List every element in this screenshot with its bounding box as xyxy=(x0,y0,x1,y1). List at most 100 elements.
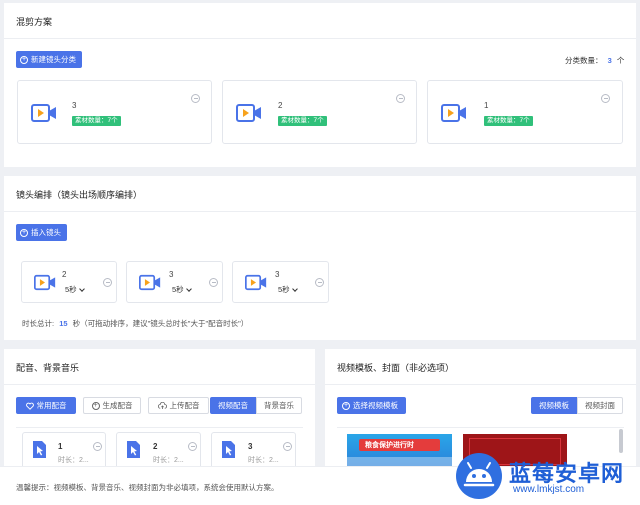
total-duration: 时长总计: 15 秒（可拖动排序，建议"镜头总时长"大于"配音时长"） xyxy=(22,318,248,329)
remove-icon[interactable] xyxy=(209,278,218,287)
shot-number: 3 xyxy=(275,270,280,279)
insert-shot-button[interactable]: + 插入镜头 xyxy=(16,224,67,241)
divider xyxy=(4,211,636,212)
duration-select[interactable]: 5秒 xyxy=(172,284,192,295)
video-camera-icon xyxy=(245,274,267,291)
divider xyxy=(16,427,303,428)
tab-video-voice[interactable]: 视频配音 xyxy=(210,397,256,414)
duration-select[interactable]: 5秒 xyxy=(278,284,298,295)
tab-video-template[interactable]: 视频模板 xyxy=(531,397,577,414)
chevron-down-icon xyxy=(185,286,192,292)
category-count: 分类数量： 3 个 xyxy=(565,55,624,66)
plus-circle-icon: + xyxy=(20,228,28,237)
tab-video-cover[interactable]: 视频封面 xyxy=(577,397,623,414)
video-camera-icon xyxy=(31,104,56,122)
voice-file-number: 2 xyxy=(153,442,158,451)
remove-icon[interactable] xyxy=(188,442,197,451)
template-thumbnail[interactable]: 粮食保护进行时 xyxy=(347,434,452,469)
remove-icon[interactable] xyxy=(315,278,324,287)
divider xyxy=(4,384,315,385)
upload-voice-label: 上传配音 xyxy=(169,401,200,410)
remove-icon[interactable] xyxy=(191,94,200,103)
thumbnail-text: 粮食保护进行时 xyxy=(365,442,414,449)
video-camera-icon xyxy=(139,274,161,291)
plus-circle-icon: + xyxy=(91,401,100,410)
shots-title: 镜头编排（镜头出场顺序编排） xyxy=(16,190,143,200)
category-card[interactable]: 2 素材数量：7个 xyxy=(222,80,417,144)
divider xyxy=(337,427,624,428)
mix-panel: 混剪方案 + 新建镜头分类 分类数量： 3 个 3 素材数量：7个 2 素材数量… xyxy=(4,3,636,167)
tab-bgm-label: 背景音乐 xyxy=(264,401,294,410)
shot-card[interactable]: 3 5秒 xyxy=(232,261,329,303)
shots-panel: 镜头编排（镜头出场顺序编排） + 插入镜头 2 5秒 3 5秒 3 5秒 时长总… xyxy=(4,176,636,340)
category-card[interactable]: 3 素材数量：7个 xyxy=(17,80,212,144)
voice-file-duration: 时长：2... xyxy=(58,457,89,464)
category-count-label: 分类数量： xyxy=(565,56,603,65)
common-voice-button[interactable]: 常用配音 xyxy=(16,397,76,414)
duration-select[interactable]: 5秒 xyxy=(65,284,85,295)
watermark: 蓝莓安卓网 www.lmkjst.com xyxy=(453,446,638,504)
remove-icon[interactable] xyxy=(93,442,102,451)
file-cursor-icon xyxy=(222,441,235,458)
category-number: 2 xyxy=(278,101,283,110)
shot-number: 3 xyxy=(169,270,174,279)
voice-file-card[interactable]: 2 时长：2... xyxy=(116,432,201,469)
shot-card[interactable]: 2 5秒 xyxy=(21,261,117,303)
video-camera-icon xyxy=(236,104,261,122)
video-camera-icon xyxy=(34,274,56,291)
watermark-url: www.lmkjst.com xyxy=(513,484,585,495)
voice-file-card[interactable]: 3 时长：2... xyxy=(211,432,296,469)
common-voice-label: 常用配音 xyxy=(36,401,67,410)
insert-shot-label: 插入镜头 xyxy=(31,228,61,237)
remove-icon[interactable] xyxy=(283,442,292,451)
divider xyxy=(4,38,636,39)
voice-file-number: 3 xyxy=(248,442,253,451)
duration-value: 5秒 xyxy=(278,285,290,294)
voice-file-number: 1 xyxy=(58,442,63,451)
tab-video-cover-label: 视频封面 xyxy=(585,401,615,410)
generate-voice-button[interactable]: + 生成配音 xyxy=(83,397,141,414)
remove-icon[interactable] xyxy=(396,94,405,103)
total-duration-note: 秒（可拖动排序，建议"镜头总时长"大于"配音时长"） xyxy=(72,319,249,328)
duration-value: 5秒 xyxy=(172,285,184,294)
tab-video-voice-label: 视频配音 xyxy=(218,401,248,410)
footer-tip: 温馨提示：视频模板、背景音乐、视频封面为非必填项，系统会使用默认方案。 xyxy=(16,483,279,492)
voice-file-duration: 时长：2... xyxy=(153,457,184,464)
heart-icon xyxy=(25,402,34,410)
upload-voice-button[interactable]: 上传配音 xyxy=(148,397,209,414)
android-logo-icon xyxy=(456,453,502,499)
select-template-label: 选择视频模板 xyxy=(353,401,398,410)
tab-bgm[interactable]: 背景音乐 xyxy=(256,397,302,414)
total-duration-value: 15 xyxy=(59,319,68,328)
cloud-upload-icon xyxy=(157,401,167,409)
plus-circle-icon: + xyxy=(342,401,350,410)
material-count-tag: 素材数量：7个 xyxy=(278,116,327,126)
voice-file-duration: 时长：2... xyxy=(248,457,279,464)
file-cursor-icon xyxy=(33,441,46,458)
shot-number: 2 xyxy=(62,270,67,279)
file-cursor-icon xyxy=(127,441,140,458)
new-category-button[interactable]: + 新建镜头分类 xyxy=(16,51,82,68)
plus-circle-icon: + xyxy=(20,55,28,64)
new-category-label: 新建镜头分类 xyxy=(31,55,76,64)
material-count-tag: 素材数量：7个 xyxy=(484,116,533,126)
remove-icon[interactable] xyxy=(103,278,112,287)
duration-value: 5秒 xyxy=(65,285,77,294)
chevron-down-icon xyxy=(78,286,85,292)
category-card[interactable]: 1 素材数量：7个 xyxy=(427,80,623,144)
remove-icon[interactable] xyxy=(601,94,610,103)
category-number: 1 xyxy=(484,101,489,110)
audio-title: 配音、背景音乐 xyxy=(16,363,80,373)
voice-file-card[interactable]: 1 时长：2... xyxy=(22,432,106,469)
category-count-unit: 个 xyxy=(616,56,625,65)
mix-title: 混剪方案 xyxy=(16,17,53,27)
tab-video-template-label: 视频模板 xyxy=(539,401,569,410)
shot-card[interactable]: 3 5秒 xyxy=(126,261,223,303)
audio-panel: 配音、背景音乐 常用配音 + 生成配音 上传配音 视频配音 背景音乐 1 时长：… xyxy=(4,349,315,469)
chevron-down-icon xyxy=(291,286,298,292)
divider xyxy=(325,384,636,385)
select-template-button[interactable]: + 选择视频模板 xyxy=(337,397,406,414)
video-camera-icon xyxy=(441,104,466,122)
template-title: 视频模板、封面（非必选项） xyxy=(337,363,455,373)
generate-voice-label: 生成配音 xyxy=(102,401,133,410)
